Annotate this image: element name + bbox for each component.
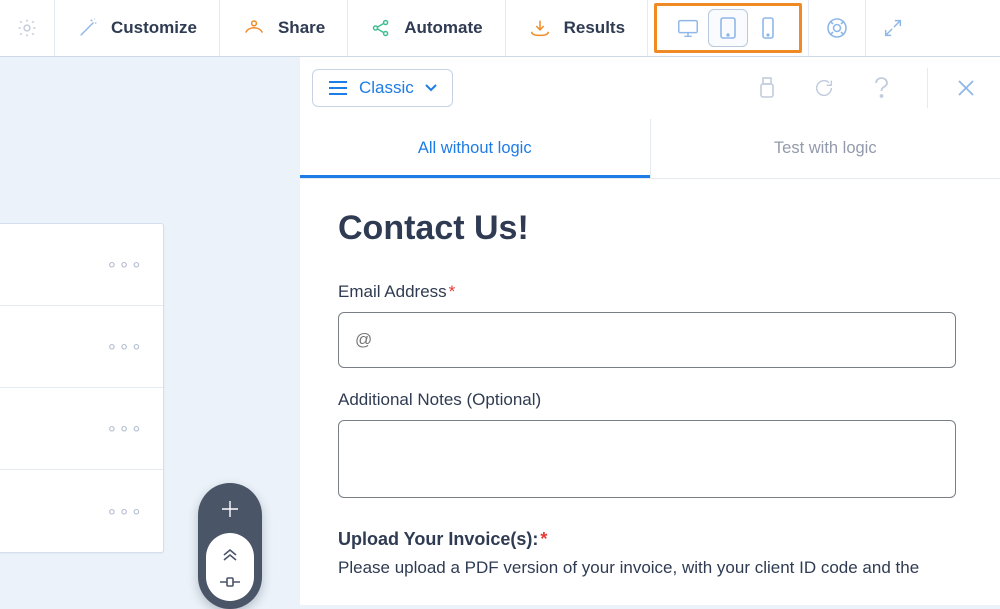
device-preview-group bbox=[648, 0, 809, 56]
tab-all-without-logic[interactable]: All without logic bbox=[300, 119, 651, 178]
broadcast-icon bbox=[242, 17, 266, 39]
fields-list-row[interactable]: ∘∘∘ bbox=[0, 224, 163, 306]
wand-icon bbox=[77, 17, 99, 39]
preview-subheader: Classic bbox=[300, 57, 1000, 119]
usb-icon[interactable] bbox=[757, 76, 777, 100]
layout-mode-dropdown[interactable]: Classic bbox=[312, 69, 453, 107]
plus-icon bbox=[219, 498, 241, 520]
tablet-icon bbox=[718, 16, 738, 40]
form-title: Contact Us! bbox=[338, 209, 956, 248]
drag-handle-icon[interactable]: ∘∘∘ bbox=[106, 254, 143, 275]
upload-label: Upload Your Invoice(s):* bbox=[338, 529, 956, 550]
required-asterisk: * bbox=[449, 282, 456, 301]
drag-handle-icon[interactable]: ∘∘∘ bbox=[106, 418, 143, 439]
share-label: Share bbox=[278, 18, 325, 38]
desktop-icon bbox=[676, 17, 700, 39]
tab-test-with-logic[interactable]: Test with logic bbox=[651, 119, 1000, 178]
chevron-up-double-icon[interactable] bbox=[220, 545, 240, 561]
notes-textarea[interactable] bbox=[338, 420, 956, 498]
fields-list-row[interactable]: ∘∘∘ bbox=[0, 388, 163, 470]
add-element-button[interactable] bbox=[214, 493, 246, 525]
lifering-icon bbox=[825, 16, 849, 40]
share-button[interactable]: Share bbox=[220, 0, 348, 56]
refresh-icon[interactable] bbox=[813, 77, 835, 99]
floating-tools-pill bbox=[198, 483, 262, 609]
mobile-icon bbox=[760, 16, 776, 40]
fields-list-row[interactable]: ∘∘∘ bbox=[0, 306, 163, 388]
customize-button[interactable]: Customize bbox=[55, 0, 220, 56]
automate-button[interactable]: Automate bbox=[348, 0, 505, 56]
question-icon[interactable] bbox=[871, 76, 891, 100]
notes-label: Additional Notes (Optional) bbox=[338, 390, 956, 410]
expand-button[interactable] bbox=[866, 0, 920, 56]
expand-icon bbox=[882, 17, 904, 39]
layout-mode-label: Classic bbox=[359, 78, 414, 98]
label-text: Upload Your Invoice(s): bbox=[338, 529, 538, 549]
drag-handle-icon[interactable]: ∘∘∘ bbox=[106, 336, 143, 357]
label-text: Email Address bbox=[338, 282, 447, 301]
form-preview: Contact Us! Email Address* Additional No… bbox=[300, 179, 1000, 605]
preview-actions bbox=[757, 68, 976, 108]
close-preview-button[interactable] bbox=[927, 68, 976, 108]
layout-lines-icon bbox=[327, 79, 349, 97]
results-label: Results bbox=[564, 18, 625, 38]
email-input[interactable] bbox=[338, 312, 956, 368]
fields-list-row[interactable]: Optional) ∘∘∘ bbox=[0, 470, 163, 552]
customize-label: Customize bbox=[111, 18, 197, 38]
required-asterisk: * bbox=[540, 529, 547, 549]
tab-label: All without logic bbox=[418, 139, 532, 158]
desktop-view-button[interactable] bbox=[668, 9, 708, 47]
tablet-view-button[interactable] bbox=[708, 9, 748, 47]
chevron-down-icon bbox=[424, 83, 438, 93]
fields-list-panel: ∘∘∘ ∘∘∘ ∘∘∘ Optional) ∘∘∘ bbox=[0, 223, 164, 553]
download-tray-icon bbox=[528, 17, 552, 39]
email-label: Email Address* bbox=[338, 282, 956, 302]
gear-icon bbox=[16, 17, 38, 39]
results-button[interactable]: Results bbox=[506, 0, 648, 56]
help-button[interactable] bbox=[809, 0, 866, 56]
preview-tabs: All without logic Test with logic bbox=[300, 119, 1000, 179]
drag-handle-icon[interactable]: ∘∘∘ bbox=[106, 501, 143, 522]
settings-button[interactable] bbox=[0, 0, 55, 56]
mobile-view-button[interactable] bbox=[748, 9, 788, 47]
close-icon bbox=[956, 78, 976, 98]
upload-description: Please upload a PDF version of your invo… bbox=[338, 556, 956, 581]
automate-label: Automate bbox=[404, 18, 482, 38]
network-icon bbox=[370, 17, 392, 39]
pill-inner bbox=[206, 533, 254, 601]
tab-label: Test with logic bbox=[774, 139, 877, 158]
top-toolbar: Customize Share Automate Results bbox=[0, 0, 1000, 57]
slider-icon[interactable] bbox=[218, 575, 242, 589]
